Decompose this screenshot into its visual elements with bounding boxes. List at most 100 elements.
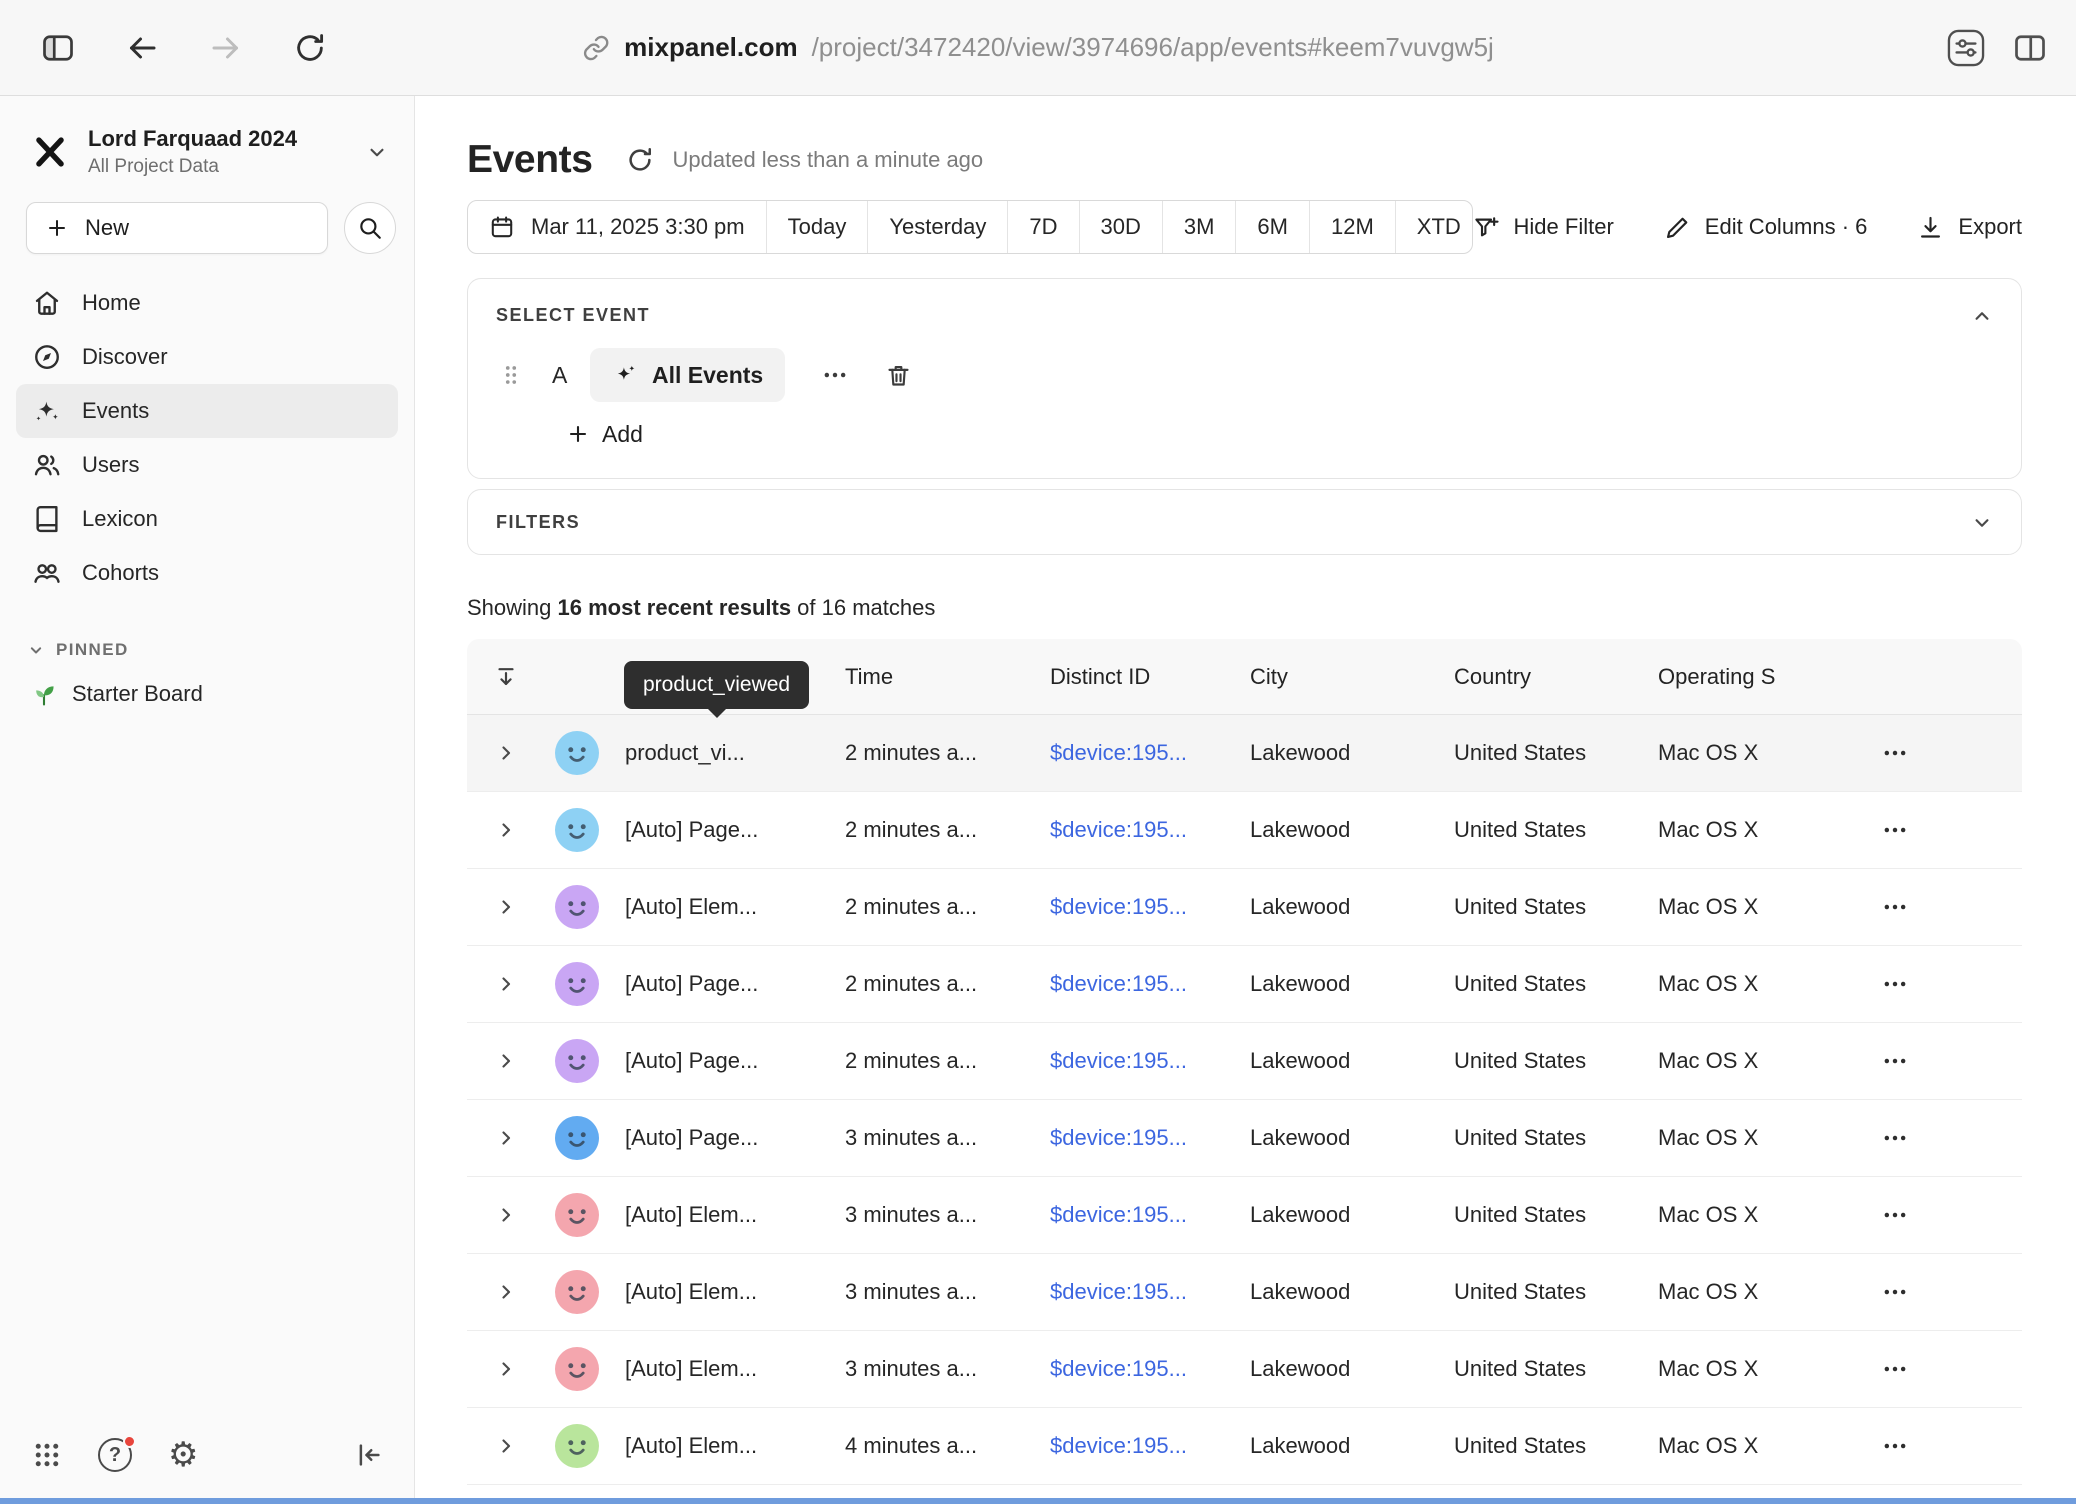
sidebar-item-cohorts[interactable]: Cohorts: [16, 546, 398, 600]
range-12m[interactable]: 12M: [1309, 201, 1395, 253]
tune-button[interactable]: [1946, 28, 1986, 68]
row-expand-chevron[interactable]: [494, 1357, 518, 1381]
event-selector-chip[interactable]: All Events: [590, 348, 785, 402]
chevron-down-icon[interactable]: [1969, 510, 1995, 536]
row-more-button[interactable]: [1881, 1124, 1909, 1152]
header-time[interactable]: Time: [845, 664, 1050, 690]
distinct-id-link[interactable]: $device:195...: [1050, 1048, 1187, 1073]
hide-filter-button[interactable]: Hide Filter: [1473, 214, 1614, 241]
distinct-id-link[interactable]: $device:195...: [1050, 1356, 1187, 1381]
edit-columns-button[interactable]: Edit Columns · 6: [1664, 214, 1868, 241]
table-row[interactable]: [Auto] Page...4 minutes a...$device:195.…: [467, 1485, 2022, 1498]
new-button[interactable]: New: [26, 202, 328, 254]
os-cell: Mac OS X: [1658, 894, 1855, 920]
sidebar-item-label: Users: [82, 452, 139, 478]
header-city[interactable]: City: [1250, 664, 1454, 690]
row-expand-chevron[interactable]: [494, 818, 518, 842]
row-expand-chevron[interactable]: [494, 1280, 518, 1304]
table-row[interactable]: [Auto] Page...3 minutes a...$device:195.…: [467, 1100, 2022, 1177]
select-event-label: SELECT EVENT: [496, 305, 1993, 326]
refresh-icon[interactable]: [625, 145, 655, 175]
row-more-button[interactable]: [1881, 1355, 1909, 1383]
range-7d[interactable]: 7D: [1007, 201, 1078, 253]
table-row[interactable]: [Auto] Page...2 minutes a...$device:195.…: [467, 792, 2022, 869]
row-expand-chevron[interactable]: [494, 895, 518, 919]
distinct-id-link[interactable]: $device:195...: [1050, 971, 1187, 996]
back-button[interactable]: [122, 28, 162, 68]
country-cell: United States: [1454, 817, 1658, 843]
row-expand-chevron[interactable]: [494, 1203, 518, 1227]
collapse-rows-icon[interactable]: [493, 664, 519, 690]
apps-grid-icon[interactable]: [32, 1440, 62, 1470]
row-more-button[interactable]: [1881, 1432, 1909, 1460]
forward-button[interactable]: [206, 28, 246, 68]
url-bar[interactable]: mixpanel.com/project/3472420/view/397469…: [582, 32, 1494, 63]
sidebar-toggle-icon[interactable]: [38, 28, 78, 68]
table-row[interactable]: [Auto] Elem...4 minutes a...$device:195.…: [467, 1408, 2022, 1485]
header-distinct-id[interactable]: Distinct ID: [1050, 664, 1250, 690]
row-expand-chevron[interactable]: [494, 1049, 518, 1073]
sidebar-item-events[interactable]: Events: [16, 384, 398, 438]
row-more-button[interactable]: [1881, 893, 1909, 921]
sidebar-item-discover[interactable]: Discover: [16, 330, 398, 384]
city-cell: Lakewood: [1250, 1048, 1454, 1074]
row-expand-chevron[interactable]: [494, 1126, 518, 1150]
pinned-section-toggle[interactable]: PINNED: [0, 640, 414, 660]
sidebar-item-users[interactable]: Users: [16, 438, 398, 492]
table-row[interactable]: [Auto] Elem...3 minutes a...$device:195.…: [467, 1331, 2022, 1408]
table-row[interactable]: [Auto] Elem...3 minutes a...$device:195.…: [467, 1177, 2022, 1254]
distinct-id-link[interactable]: $device:195...: [1050, 740, 1187, 765]
range-label: 7D: [1029, 214, 1057, 240]
event-more-button[interactable]: [821, 361, 849, 389]
header-country[interactable]: Country: [1454, 664, 1658, 690]
table-row[interactable]: [Auto] Page...2 minutes a...$device:195.…: [467, 1023, 2022, 1100]
trash-icon[interactable]: [885, 362, 912, 389]
distinct-id-link[interactable]: $device:195...: [1050, 1433, 1187, 1458]
sidebar-item-home[interactable]: Home: [16, 276, 398, 330]
date-value: Mar 11, 2025 3:30 pm: [531, 214, 745, 240]
table-row[interactable]: [Auto] Elem...2 minutes a...$device:195.…: [467, 869, 2022, 946]
table-row[interactable]: [Auto] Page...2 minutes a...$device:195.…: [467, 946, 2022, 1023]
distinct-id-link[interactable]: $device:195...: [1050, 817, 1187, 842]
distinct-id-link[interactable]: $device:195...: [1050, 1202, 1187, 1227]
os-cell: Mac OS X: [1658, 1048, 1855, 1074]
row-more-button[interactable]: [1881, 816, 1909, 844]
range-30d[interactable]: 30D: [1079, 201, 1162, 253]
range-3m[interactable]: 3M: [1162, 201, 1236, 253]
row-expand-chevron[interactable]: [494, 1434, 518, 1458]
row-more-button[interactable]: [1881, 1278, 1909, 1306]
row-more-button[interactable]: [1881, 1047, 1909, 1075]
range-today[interactable]: Today: [766, 201, 868, 253]
range-6m[interactable]: 6M: [1235, 201, 1309, 253]
chevron-up-icon[interactable]: [1969, 303, 1995, 329]
search-button[interactable]: [344, 202, 396, 254]
range-xtd[interactable]: XTD: [1395, 201, 1473, 253]
seedling-icon: [30, 680, 58, 708]
row-expand-chevron[interactable]: [494, 741, 518, 765]
collapse-sidebar-icon[interactable]: [354, 1440, 384, 1470]
add-event-button[interactable]: Add: [566, 418, 1993, 450]
sidebar-item-lexicon[interactable]: Lexicon: [16, 492, 398, 546]
export-button[interactable]: Export: [1917, 214, 2022, 241]
row-more-button[interactable]: [1881, 970, 1909, 998]
row-more-button[interactable]: [1881, 739, 1909, 767]
pinned-item-starter-board[interactable]: Starter Board: [30, 680, 384, 708]
distinct-id-link[interactable]: $device:195...: [1050, 1125, 1187, 1150]
reload-button[interactable]: [290, 28, 330, 68]
table-row[interactable]: product_vi...2 minutes a...$device:195..…: [467, 715, 2022, 792]
distinct-id-link[interactable]: $device:195...: [1050, 894, 1187, 919]
city-cell: Lakewood: [1250, 971, 1454, 997]
distinct-id-link[interactable]: $device:195...: [1050, 1279, 1187, 1304]
table-row[interactable]: [Auto] Elem...3 minutes a...$device:195.…: [467, 1254, 2022, 1331]
row-more-button[interactable]: [1881, 1201, 1909, 1229]
add-label: Add: [602, 421, 643, 448]
date-picker[interactable]: Mar 11, 2025 3:30 pm: [468, 201, 766, 253]
help-icon[interactable]: ?: [98, 1438, 132, 1472]
drag-handle-icon[interactable]: [498, 362, 524, 388]
header-os[interactable]: Operating S: [1658, 664, 1855, 690]
workspace-switcher[interactable]: Lord Farquaad 2024 All Project Data: [0, 96, 414, 192]
range-yesterday[interactable]: Yesterday: [867, 201, 1007, 253]
settings-gear-icon[interactable]: ⚙: [168, 1438, 198, 1472]
split-view-button[interactable]: [2010, 28, 2050, 68]
row-expand-chevron[interactable]: [494, 972, 518, 996]
